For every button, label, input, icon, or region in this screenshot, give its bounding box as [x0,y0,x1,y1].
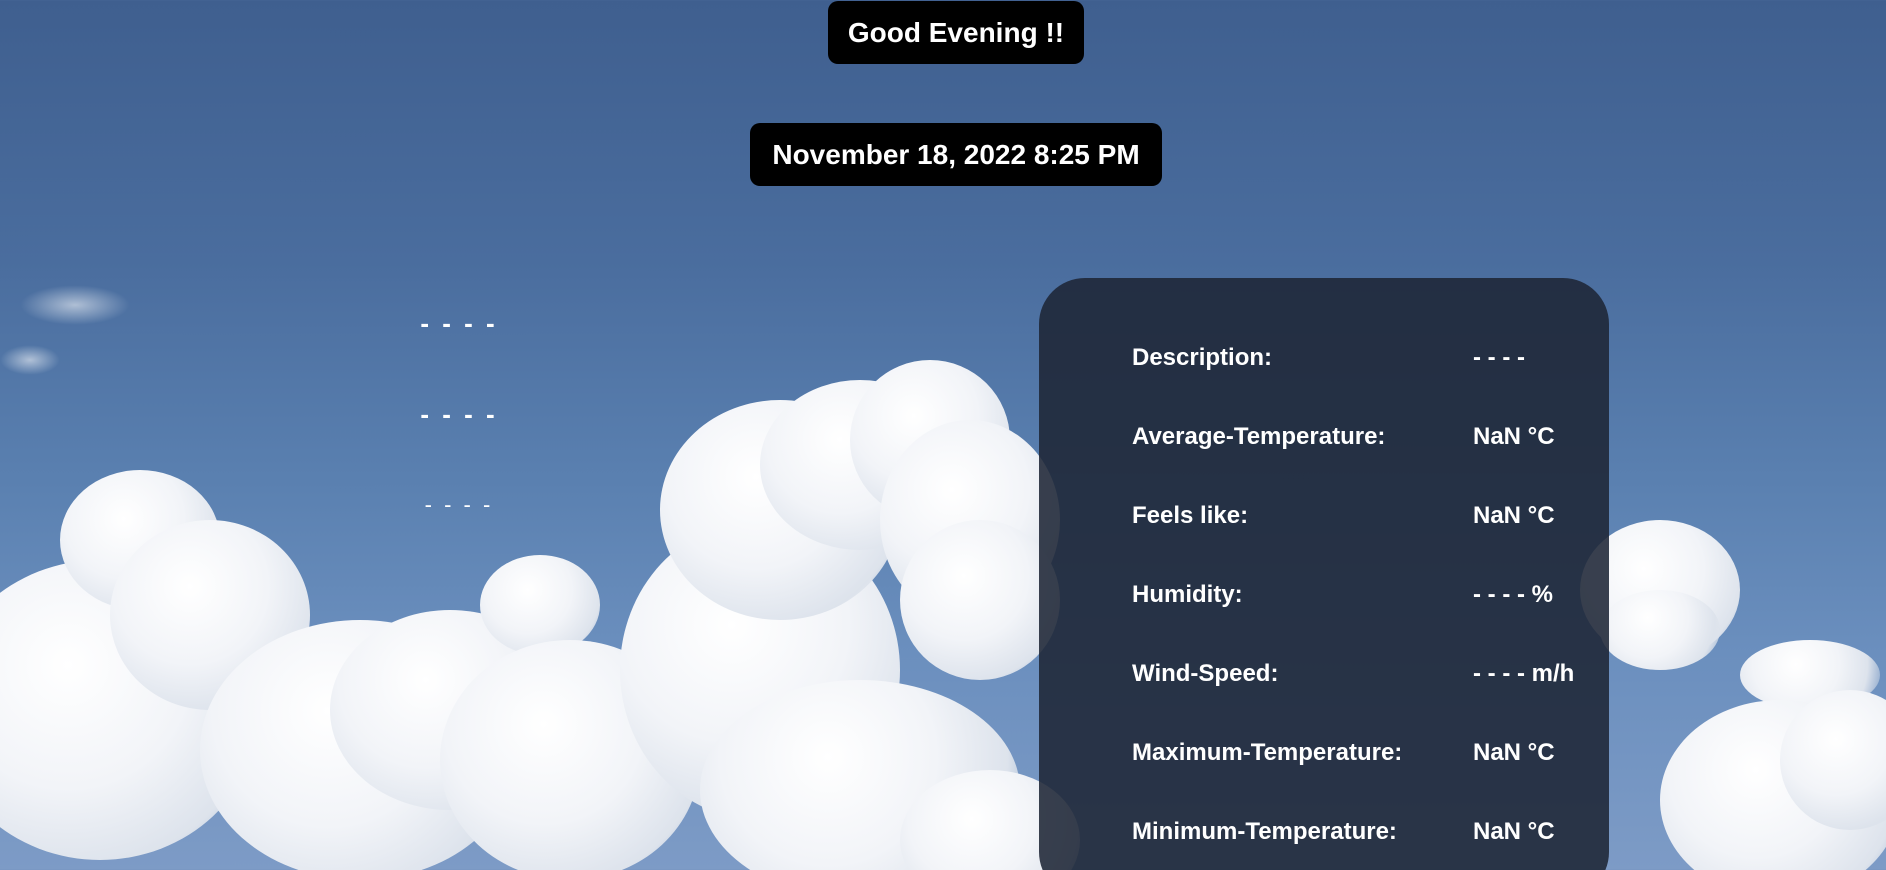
detail-value: NaN °C [1473,818,1555,845]
detail-label: Wind-Speed: [1132,660,1279,687]
weather-details-panel: Description: - - - - Average-Temperature… [1039,278,1609,870]
greeting-banner: Good Evening !! [828,1,1084,64]
detail-value: - - - - % [1473,581,1553,608]
detail-label: Feels like: [1132,502,1249,529]
detail-label: Average-Temperature: [1132,423,1386,450]
detail-label: Description: [1132,344,1273,371]
condition-placeholder: - - - - [424,492,494,517]
detail-value: NaN °C [1473,739,1555,766]
detail-value: NaN °C [1473,423,1555,450]
detail-label: Humidity: [1132,581,1243,608]
temperature-placeholder: - - - - [420,399,498,429]
detail-value: NaN °C [1473,502,1555,529]
detail-label: Maximum-Temperature: [1132,739,1403,766]
detail-label: Minimum-Temperature: [1132,818,1397,845]
date-time-banner: November 18, 2022 8:25 PM [750,123,1162,186]
detail-value: - - - - [1473,344,1525,371]
location-placeholder: - - - - [420,308,498,338]
detail-value: - - - - m/h [1473,660,1575,687]
